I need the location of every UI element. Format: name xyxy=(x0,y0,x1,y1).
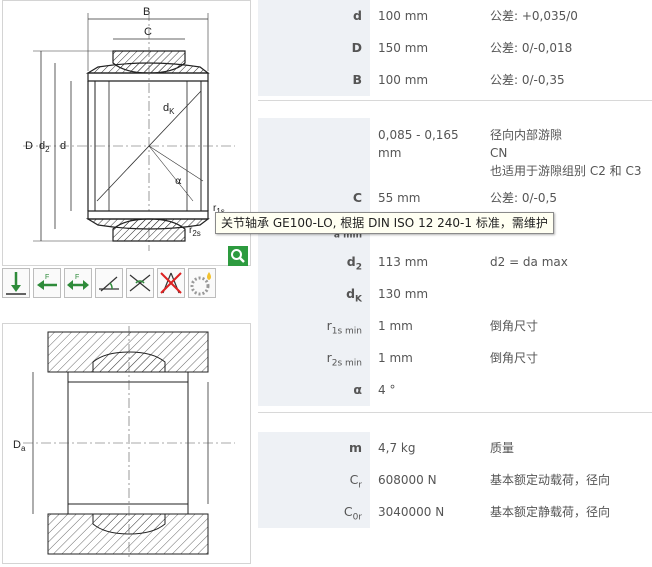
row-value: 100 mm xyxy=(378,9,429,23)
dimensions-main-table: d 100 mm 公差: +0,035/0 D 150 mm 公差: 0/-0,… xyxy=(258,0,652,96)
row-label: d xyxy=(258,0,370,32)
row-label xyxy=(258,118,370,182)
label-alpha: α xyxy=(175,176,182,187)
label-C: C xyxy=(144,26,152,38)
mounting-drawing-svg: Da xyxy=(13,326,235,560)
table-row: d2 113 mm d2 = da max xyxy=(258,246,652,278)
row-note: d2 = da max xyxy=(490,255,568,269)
label-dK: dK xyxy=(163,102,175,116)
table-row: r1s min 1 mm 倒角尺寸 xyxy=(258,310,652,342)
row-note: 倒角尺寸 xyxy=(490,351,539,365)
product-tooltip: 关节轴承 GE100-LO, 根据 DIN ISO 12 240-1 标准，需维… xyxy=(215,212,554,234)
row-value: 1 mm xyxy=(378,319,413,333)
bearing-section-drawing: B C dK α D d2 d r r2s xyxy=(2,0,251,266)
clearance-unit: mm xyxy=(378,146,402,160)
table-row: dK 130 mm xyxy=(258,278,652,310)
magnifier-icon xyxy=(231,249,245,263)
row-label: C xyxy=(258,182,370,214)
misalignment-icon[interactable] xyxy=(126,268,154,298)
svg-text:F: F xyxy=(45,274,49,281)
clearance-note-2: CN xyxy=(490,146,508,160)
row-label: r2s min xyxy=(258,342,370,374)
row-label: Cr xyxy=(258,464,370,496)
row-label: m xyxy=(258,432,370,464)
divider xyxy=(258,412,652,413)
lubrication-icon[interactable] xyxy=(188,268,216,298)
row-label: r1s min xyxy=(258,310,370,342)
clearance-value: 0,085 - 0,165 xyxy=(378,128,459,142)
table-row: C 55 mm 公差: 0/-0,5 xyxy=(258,182,652,214)
clearance-note-1: 径向内部游隙 xyxy=(490,128,563,142)
divider xyxy=(258,100,652,101)
row-value: 130 mm xyxy=(378,287,429,301)
svg-text:F: F xyxy=(75,274,79,281)
feature-icons: F F xyxy=(2,268,216,300)
row-label: C0r xyxy=(258,496,370,528)
table-row: d 100 mm 公差: +0,035/0 xyxy=(258,0,652,32)
no-relubrication-icon[interactable] xyxy=(157,268,185,298)
row-value: 0,085 - 0,165 mm xyxy=(378,126,459,162)
row-label: d2 xyxy=(258,246,370,278)
row-note: 径向内部游隙 CN 也适用于游隙组别 C2 和 C3 xyxy=(490,126,641,180)
tilt-angle-icon[interactable] xyxy=(95,268,123,298)
row-note: 公差: 0/-0,018 xyxy=(490,41,573,55)
radial-load-icon[interactable] xyxy=(2,268,30,298)
row-value: 55 mm xyxy=(378,191,421,205)
dimensions-detail-table: 0,085 - 0,165 mm 径向内部游隙 CN 也适用于游隙组别 C2 和… xyxy=(258,118,652,406)
table-row-clearance: 0,085 - 0,165 mm 径向内部游隙 CN 也适用于游隙组别 C2 和… xyxy=(258,118,652,182)
row-value: 150 mm xyxy=(378,41,429,55)
row-note: 公差: +0,035/0 xyxy=(490,9,578,23)
row-value: 113 mm xyxy=(378,255,429,269)
row-note: 基本额定动载荷，径向 xyxy=(490,473,611,487)
row-note: 基本额定静载荷，径向 xyxy=(490,505,611,519)
row-label: dK xyxy=(258,278,370,310)
row-value: 4,7 kg xyxy=(378,441,416,455)
label-D: D xyxy=(25,140,33,152)
table-row: D 150 mm 公差: 0/-0,018 xyxy=(258,32,652,64)
row-label: α xyxy=(258,374,370,406)
clearance-note-3: 也适用于游隙组别 C2 和 C3 xyxy=(490,164,642,178)
row-value: 3040000 N xyxy=(378,505,445,519)
label-d: d xyxy=(60,140,66,152)
row-label: D xyxy=(258,32,370,64)
mounting-dimension-drawing: Da xyxy=(2,323,251,564)
table-row: B 100 mm 公差: 0/-0,35 xyxy=(258,64,652,96)
row-value: 4 ° xyxy=(378,383,396,397)
label-r2s: r2s xyxy=(189,225,201,238)
label-Da: Da xyxy=(13,439,26,453)
table-row: α 4 ° xyxy=(258,374,652,406)
row-note: 公差: 0/-0,35 xyxy=(490,73,565,87)
load-rating-table: m 4,7 kg 质量 Cr 608000 N 基本额定动载荷，径向 C0r 3… xyxy=(258,432,652,528)
row-value: 1 mm xyxy=(378,351,413,365)
bearing-drawing-svg: B C dK α D d2 d r r2s xyxy=(23,6,235,251)
row-value: 608000 N xyxy=(378,473,437,487)
table-row: C0r 3040000 N 基本额定静载荷，径向 xyxy=(258,496,652,528)
zoom-button[interactable] xyxy=(228,246,248,266)
table-row: Cr 608000 N 基本额定动载荷，径向 xyxy=(258,464,652,496)
row-note: 质量 xyxy=(490,441,515,455)
row-note: 倒角尺寸 xyxy=(490,319,539,333)
row-label: B xyxy=(258,64,370,96)
table-row: r2s min 1 mm 倒角尺寸 xyxy=(258,342,652,374)
row-value: 100 mm xyxy=(378,73,429,87)
label-d2: d2 xyxy=(39,140,50,154)
row-note: 公差: 0/-0,5 xyxy=(490,191,557,205)
table-row: m 4,7 kg 质量 xyxy=(258,432,652,464)
axial-load-both-icon[interactable]: F xyxy=(64,268,92,298)
axial-load-left-icon[interactable]: F xyxy=(33,268,61,298)
